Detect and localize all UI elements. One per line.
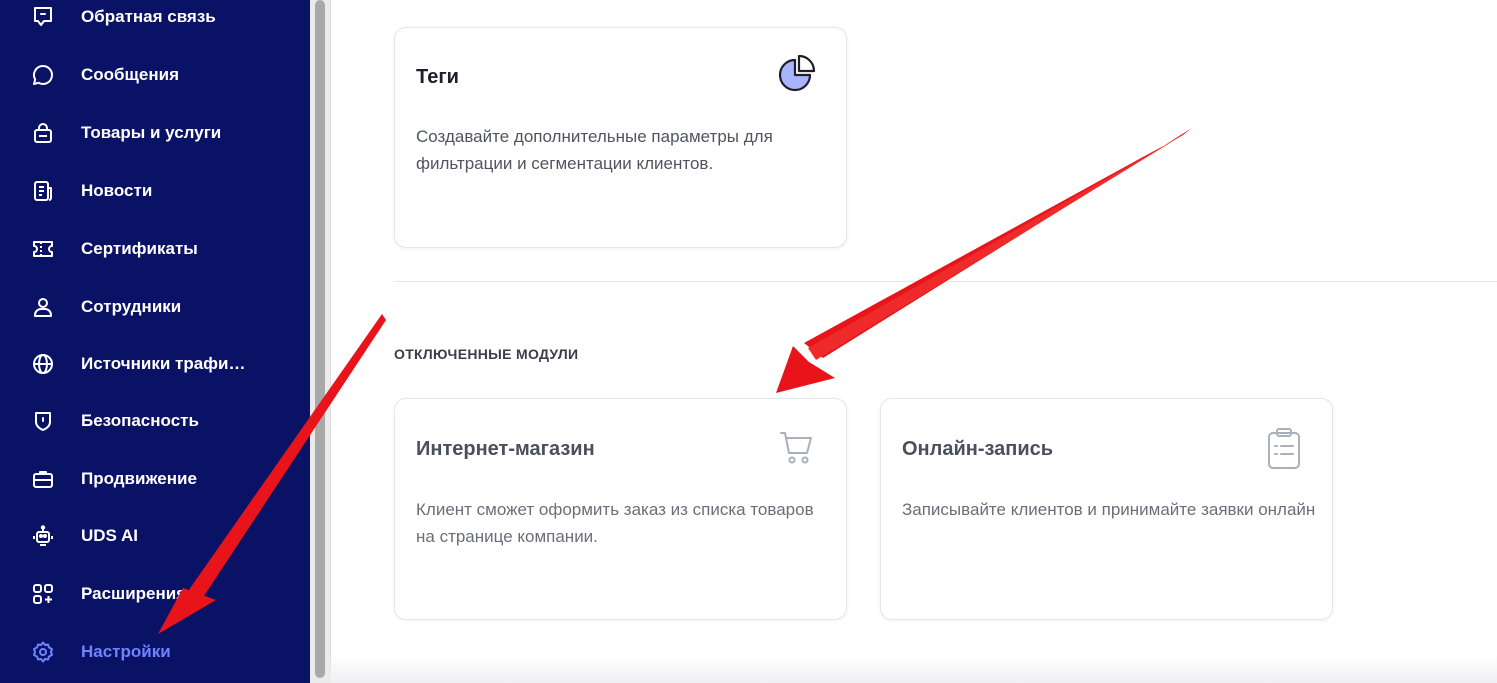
clipboard-icon [1264, 426, 1304, 475]
section-divider [394, 281, 1497, 282]
sidebar-item-uds-ai[interactable]: UDS AI [0, 516, 310, 556]
pie-chart-icon [775, 52, 819, 101]
newspaper-icon [31, 179, 55, 203]
sidebar-item-label: Расширения [81, 584, 187, 603]
sidebar-item-label: Безопасность [81, 411, 199, 430]
scrollbar-thumb[interactable] [315, 0, 325, 678]
feedback-icon [31, 5, 55, 29]
robot-icon [31, 524, 55, 548]
sidebar-item-label: Сотрудники [81, 297, 182, 316]
card-title: Теги [416, 66, 459, 88]
sidebar-item-feedback[interactable]: Обратная связь [0, 0, 310, 37]
card-description: Клиент сможет оформить заказ из списка т… [416, 500, 814, 546]
sidebar-item-products[interactable]: Товары и услуги [0, 113, 310, 153]
sidebar-item-label: Продвижение [81, 469, 197, 488]
sidebar-item-label: UDS AI [81, 526, 138, 545]
sidebar: Обратная связь Сообщения Товары и услуги… [0, 0, 310, 683]
card-description: Создавайте дополнительные параметры для … [416, 127, 773, 173]
sidebar-item-label: Источники трафи… [81, 354, 246, 373]
sidebar-item-label: Сертификаты [81, 239, 198, 258]
tags-card[interactable]: Теги Создавайте дополнительные параметры… [394, 27, 847, 248]
user-icon [31, 295, 55, 319]
sidebar-item-messages[interactable]: Сообщения [0, 55, 310, 95]
sidebar-item-traffic-sources[interactable]: Источники трафи… [0, 344, 310, 384]
sidebar-item-certificates[interactable]: Сертификаты [0, 229, 310, 269]
online-store-card[interactable]: Интернет-магазин Клиент сможет оформить … [394, 398, 847, 620]
sidebar-item-label: Обратная связь [81, 7, 216, 26]
sidebar-item-label: Настройки [81, 642, 171, 661]
sidebar-item-extensions[interactable]: Расширения [0, 574, 310, 614]
online-booking-card[interactable]: Онлайн-запись Записывайте клиентов и при… [880, 398, 1333, 620]
sidebar-item-staff[interactable]: Сотрудники [0, 287, 310, 327]
disabled-modules-heading: ОТКЛЮЧЕННЫЕ МОДУЛИ [394, 346, 579, 362]
globe-icon [31, 352, 55, 376]
bottom-fade [330, 655, 1497, 683]
card-description: Записывайте клиентов и принимайте заявки… [902, 500, 1316, 519]
sidebar-item-label: Новости [81, 181, 153, 200]
cart-icon [778, 428, 818, 473]
sidebar-scrollbar[interactable] [310, 0, 331, 683]
sidebar-item-label: Товары и услуги [81, 123, 222, 142]
sidebar-item-settings[interactable]: Настройки [0, 632, 310, 672]
shopping-bag-icon [31, 121, 55, 145]
gear-icon [31, 640, 55, 664]
sidebar-item-label: Сообщения [81, 65, 179, 84]
shield-icon [31, 409, 55, 433]
apps-plus-icon [31, 582, 55, 606]
sidebar-item-news[interactable]: Новости [0, 171, 310, 211]
card-title: Онлайн-запись [902, 438, 1054, 460]
chat-bubble-icon [31, 63, 55, 87]
briefcase-icon [31, 467, 55, 491]
card-title: Интернет-магазин [416, 438, 595, 460]
sidebar-item-promotion[interactable]: Продвижение [0, 459, 310, 499]
sidebar-item-security[interactable]: Безопасность [0, 401, 310, 441]
ticket-icon [31, 237, 55, 261]
